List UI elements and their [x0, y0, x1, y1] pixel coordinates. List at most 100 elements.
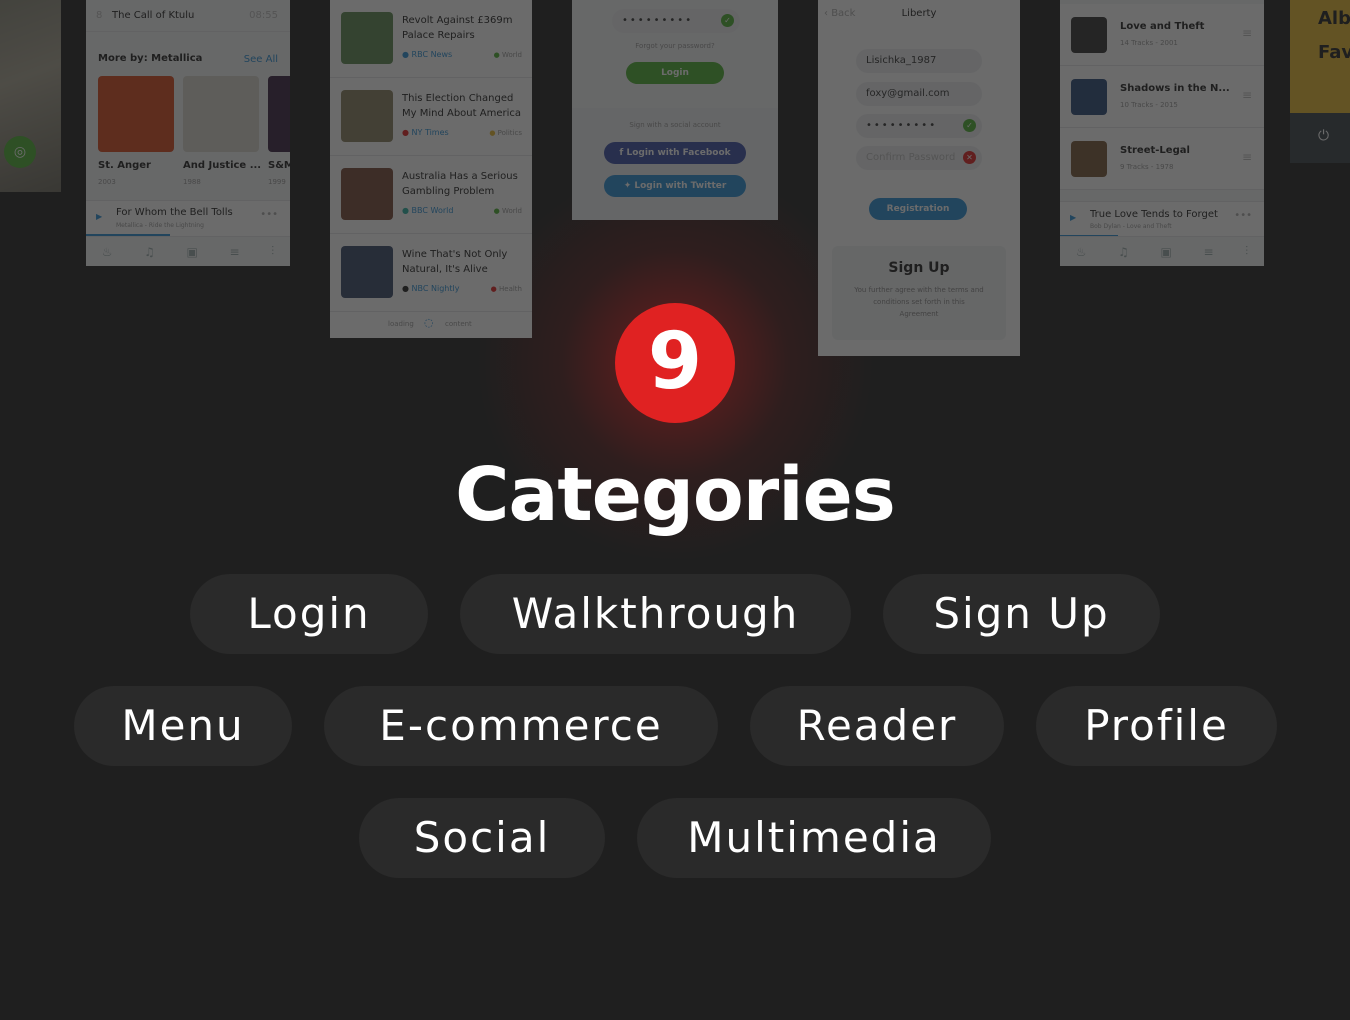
twitter-login-button[interactable]: ✦ Login with Twitter: [604, 175, 746, 197]
album-cover: [1071, 79, 1107, 115]
news-screen: Revolt Against £369m Palace Repairs ● RB…: [330, 0, 532, 338]
category-walkthrough[interactable]: Walkthrough: [460, 574, 851, 654]
spinner-icon: ◌: [424, 316, 434, 329]
count-badge: 9: [615, 303, 735, 423]
confirm-placeholder: Confirm Password: [866, 152, 956, 163]
news-category: ● Health: [490, 285, 522, 293]
category-social[interactable]: Social: [359, 798, 605, 878]
tab-bar: ♨ ♫ ▣ ≡ ⫶: [86, 236, 290, 266]
category-reader[interactable]: Reader: [750, 686, 1004, 766]
play-icon[interactable]: ▶: [1070, 213, 1076, 222]
play-icon[interactable]: ▶: [96, 212, 102, 221]
category-sign-up[interactable]: Sign Up: [883, 574, 1160, 654]
page-title: Categories: [455, 452, 896, 538]
playlist-icon[interactable]: ♫: [144, 245, 155, 259]
forgot-password-link[interactable]: Forgot your password?: [572, 42, 778, 50]
album-year: 1999: [268, 178, 286, 186]
photo-screen-partial: ◎: [0, 0, 61, 192]
social-label: Sign with a social account: [629, 121, 721, 129]
queue-icon[interactable]: ≡: [1242, 150, 1252, 164]
news-item[interactable]: Wine That's Not Only Natural, It's Alive…: [330, 234, 532, 312]
album-cover: [1071, 141, 1107, 177]
section-title: More by: Metallica: [98, 53, 203, 64]
more-icon[interactable]: •••: [260, 209, 278, 220]
category-e-commerce[interactable]: E-commerce: [324, 686, 718, 766]
news-thumbnail: [341, 12, 393, 64]
category-login[interactable]: Login: [190, 574, 428, 654]
email-field[interactable]: foxy@gmail.com: [856, 82, 982, 106]
radio-icon[interactable]: ▣: [187, 245, 198, 259]
news-category: ● Politics: [489, 129, 522, 137]
news-category-label: World: [501, 207, 522, 215]
album-item[interactable]: Shadows in the N... 10 Tracks - 2015 ≡: [1060, 66, 1264, 128]
facebook-label: Login with Facebook: [626, 148, 731, 158]
see-all-link[interactable]: See All: [244, 54, 278, 65]
album-cover[interactable]: [268, 76, 290, 152]
news-source-label: NY Times: [411, 128, 449, 137]
album-item[interactable]: Street-Legal 9 Tracks - 1978 ≡: [1060, 128, 1264, 190]
news-source-label: BBC World: [411, 206, 454, 215]
news-source[interactable]: ● NY Times: [402, 128, 449, 137]
album-cover[interactable]: [98, 76, 174, 152]
album-title: S&M: [268, 160, 290, 171]
album-item[interactable]: Love and Theft 14 Tracks - 2001 ≡: [1060, 4, 1264, 66]
news-item[interactable]: Revolt Against £369m Palace Repairs ● RB…: [330, 0, 532, 78]
queue-icon[interactable]: ≡: [1242, 88, 1252, 102]
album-title: Love and Theft: [1120, 21, 1205, 32]
queue-icon[interactable]: ≡: [1204, 245, 1214, 259]
equalizer-icon[interactable]: ⫶: [1245, 244, 1248, 259]
menu-item[interactable]: Alb: [1318, 8, 1350, 29]
twitter-icon: ✦: [623, 181, 635, 191]
track-number: 8: [96, 10, 103, 21]
facebook-login-button[interactable]: f Login with Facebook: [604, 142, 746, 164]
more-icon[interactable]: •••: [1234, 210, 1252, 221]
news-item[interactable]: This Election Changed My Mind About Amer…: [330, 78, 532, 156]
news-category: ● World: [493, 207, 522, 215]
password-field[interactable]: ••••••••• ✓: [856, 114, 982, 138]
album-year: 2003: [98, 178, 116, 186]
fire-icon[interactable]: ♨: [1076, 245, 1087, 259]
album-meta: 9 Tracks - 1978: [1120, 163, 1174, 171]
news-source[interactable]: ● RBC News: [402, 50, 452, 59]
now-playing-bar[interactable]: ▶ For Whom the Bell Tolls Metallica - Ri…: [86, 200, 290, 236]
camera-button[interactable]: ◎: [4, 136, 36, 168]
menu-screen-partial: Alb Fav ⏻: [1290, 0, 1350, 163]
news-title: This Election Changed My Mind About Amer…: [402, 93, 521, 119]
news-source-label: NBC Nightly: [411, 284, 460, 293]
fire-icon[interactable]: ♨: [102, 245, 113, 259]
album-cover[interactable]: [183, 76, 259, 152]
queue-icon[interactable]: ≡: [230, 245, 240, 259]
category-profile[interactable]: Profile: [1036, 686, 1277, 766]
category-menu[interactable]: Menu: [74, 686, 292, 766]
queue-icon[interactable]: ≡: [1242, 26, 1252, 40]
signup-screen: ‹ Back Liberty Lisichka_1987 foxy@gmail.…: [818, 0, 1020, 356]
album-meta: 10 Tracks - 2015: [1120, 101, 1178, 109]
radio-icon[interactable]: ▣: [1161, 245, 1172, 259]
album-cover: [1071, 17, 1107, 53]
registration-button[interactable]: Registration: [869, 198, 967, 220]
login-button[interactable]: Login: [626, 62, 724, 84]
card-text: You further agree with the terms and con…: [854, 286, 984, 318]
menu-item[interactable]: Fav: [1318, 42, 1350, 63]
signup-card: Sign Up You further agree with the terms…: [832, 246, 1006, 340]
login-screen: ••••••••• ✓ Forgot your password? Login S…: [572, 0, 778, 220]
username-field[interactable]: Lisichka_1987: [856, 49, 982, 73]
albums-screen: Love and Theft 14 Tracks - 2001 ≡ Shadow…: [1060, 0, 1264, 266]
playlist-icon[interactable]: ♫: [1118, 245, 1129, 259]
news-item[interactable]: Australia Has a Serious Gambling Problem…: [330, 156, 532, 234]
power-icon[interactable]: ⏻: [1318, 128, 1329, 144]
now-playing-bar[interactable]: ▶ True Love Tends to Forget Bob Dylan - …: [1060, 201, 1264, 237]
news-source[interactable]: ● BBC World: [402, 206, 453, 215]
album-title: And Justice ...: [183, 160, 262, 171]
news-category-label: Politics: [497, 129, 522, 137]
news-source[interactable]: ● NBC Nightly: [402, 284, 459, 293]
news-title: Revolt Against £369m Palace Repairs: [402, 15, 513, 41]
confirm-password-field[interactable]: Confirm Password ✕: [856, 146, 982, 170]
category-multimedia[interactable]: Multimedia: [637, 798, 991, 878]
equalizer-icon[interactable]: ⫶: [271, 244, 274, 259]
news-thumbnail: [341, 168, 393, 220]
tab-bar: ♨ ♫ ▣ ≡ ⫶: [1060, 236, 1264, 266]
track-title[interactable]: The Call of Ktulu: [112, 10, 194, 21]
password-field[interactable]: ••••••••• ✓: [612, 9, 740, 33]
now-playing-subtitle: Metallica - Ride the Lightning: [116, 222, 204, 229]
